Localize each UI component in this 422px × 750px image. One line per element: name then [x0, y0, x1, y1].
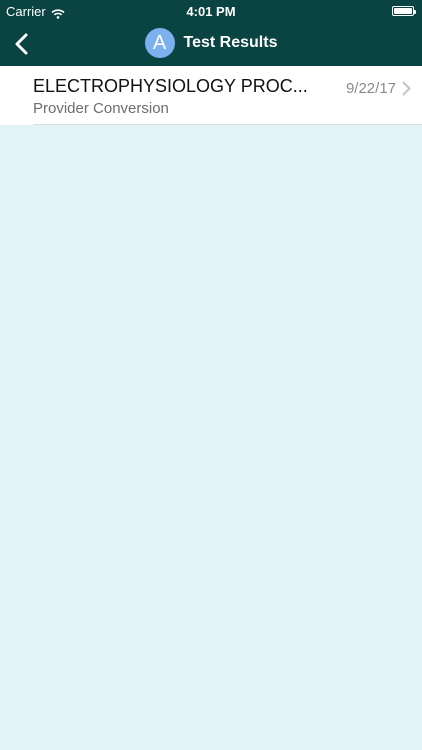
test-result-row[interactable]: ELECTROPHYSIOLOGY PROC... Provider Conve…	[0, 66, 422, 125]
page-title: Test Results	[183, 34, 278, 51]
test-result-date: 9/22/17	[345, 80, 396, 97]
nav-bar: A Test Results	[0, 22, 422, 66]
row-divider	[33, 124, 422, 125]
status-bar: Carrier 4:01 PM	[0, 0, 422, 22]
chevron-right-icon	[402, 81, 411, 96]
test-result-subtitle: Provider Conversion	[33, 100, 169, 117]
app-header: Carrier 4:01 PM A Test Results	[0, 0, 422, 66]
battery-icon	[392, 6, 416, 16]
avatar[interactable]: A	[144, 28, 175, 58]
test-result-title: ELECTROPHYSIOLOGY PROC...	[33, 76, 308, 96]
battery-level	[394, 8, 412, 14]
nav-title-group: A Test Results	[0, 28, 422, 58]
status-time: 4:01 PM	[186, 4, 236, 19]
